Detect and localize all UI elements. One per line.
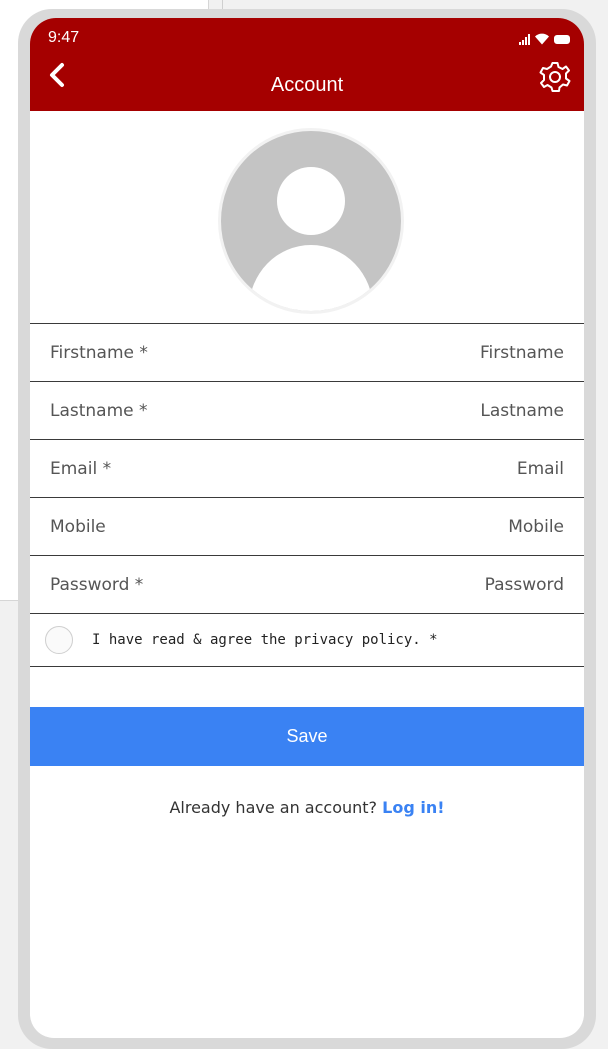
email-row: Email * [30, 439, 584, 497]
password-input[interactable] [344, 574, 564, 595]
app-header: 9:47 Account [30, 18, 584, 111]
account-form: Firstname * Lastname * Email * Mobile Pa… [30, 323, 584, 667]
app-screen: 9:47 Account Firstname * Firstname Lastn… [30, 18, 584, 1038]
mobile-input[interactable] [344, 516, 564, 537]
mobile-row: Mobile [30, 497, 584, 555]
signal-icon [519, 33, 530, 45]
privacy-checkbox[interactable] [45, 626, 73, 654]
lastname-row: Lastname * [30, 381, 584, 439]
save-button[interactable]: Save [30, 707, 584, 766]
privacy-label: I have read & agree the privacy policy. … [92, 632, 438, 648]
status-time: 9:47 [48, 29, 80, 46]
page-title: Account [270, 74, 344, 96]
battery-icon [554, 35, 570, 44]
lastname-input[interactable] [344, 400, 564, 421]
login-link[interactable]: Log in! [382, 798, 444, 817]
gear-icon [539, 62, 571, 92]
phone-frame: 9:47 Account Firstname * Firstname Lastn… [18, 9, 596, 1049]
settings-button[interactable] [538, 60, 572, 94]
login-prompt-text: Already have an account? [169, 798, 378, 817]
status-icons [519, 29, 570, 45]
lastname-label: Lastname * [50, 400, 148, 421]
email-input[interactable] [344, 458, 564, 479]
password-row: Password * [30, 555, 584, 613]
mobile-label: Mobile [50, 516, 106, 537]
firstname-input[interactable] [344, 342, 564, 363]
password-label: Password * [50, 574, 144, 595]
user-placeholder-icon [249, 167, 373, 311]
firstname-label: Firstname * [50, 342, 148, 363]
email-label: Email * [50, 458, 112, 479]
wifi-icon [535, 33, 549, 45]
login-prompt: Already have an account? Log in! [30, 798, 584, 817]
privacy-row: I have read & agree the privacy policy. … [30, 613, 584, 667]
firstname-row: Firstname * [30, 323, 584, 381]
profile-avatar[interactable] [218, 128, 404, 314]
